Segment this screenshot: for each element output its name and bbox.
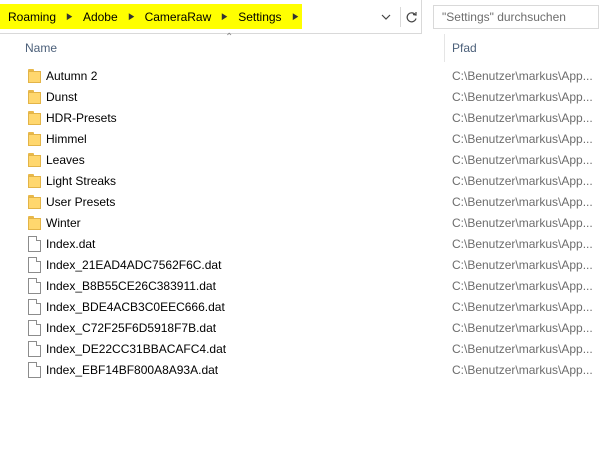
item-path: C:\Benutzer\markus\App... [452,174,593,188]
item-name: User Presets [46,195,116,209]
list-item[interactable]: Index_BDE4ACB3C0EEC666.dat C:\Benutzer\ma… [0,297,599,318]
file-icon [28,320,41,336]
item-name: Leaves [46,153,85,167]
item-name: Light Streaks [46,174,117,188]
list-item[interactable]: Index_DE22CC31BBACAFC4.dat C:\Benutzer\ma… [0,339,599,360]
list-item[interactable]: Leaves C:\Benutzer\markus\App... [0,150,599,171]
sort-ascending-icon: ⌃ [225,32,234,43]
column-divider[interactable] [444,34,445,62]
folder-icon [28,152,41,168]
column-header-path[interactable]: Pfad [452,41,477,55]
folder-icon [28,194,41,210]
file-icon [28,278,41,294]
list-item[interactable]: Index_C72F25F6D5918F7B.dat C:\Benutzer\ma… [0,318,599,339]
list-item[interactable]: Dunst C:\Benutzer\markus\App... [0,87,599,108]
column-header-row: ⌃ Name Pfad [0,32,599,62]
item-path: C:\Benutzer\markus\App... [452,216,593,230]
folder-icon [28,68,41,84]
item-name: Index.dat [46,237,96,251]
item-path: C:\Benutzer\markus\App... [452,69,593,83]
column-header-name[interactable]: Name [25,41,57,55]
item-path: C:\Benutzer\markus\App... [452,321,593,335]
item-path: C:\Benutzer\markus\App... [452,279,593,293]
item-path: C:\Benutzer\markus\App... [452,237,593,251]
list-item[interactable]: Winter C:\Benutzer\markus\App... [0,213,599,234]
address-dropdown-button[interactable] [376,7,396,27]
file-icon [28,257,41,273]
item-name: Index_B8B55CE26C383911.dat [46,279,216,293]
breadcrumb: Roaming ▶ Adobe ▶ CameraRaw ▶ Settings ▶ [0,4,302,29]
item-name: HDR-Presets [46,111,117,125]
folder-icon [28,89,41,105]
breadcrumb-settings[interactable]: Settings [236,10,283,24]
refresh-icon [406,11,417,22]
item-path: C:\Benutzer\markus\App... [452,258,593,272]
file-icon [28,362,41,378]
item-path: C:\Benutzer\markus\App... [452,300,593,314]
item-path: C:\Benutzer\markus\App... [452,153,593,167]
search-input[interactable]: "Settings" durchsuchen [433,5,599,29]
folder-icon [28,131,41,147]
folder-icon [28,215,41,231]
item-name: Index_BDE4ACB3C0EEC666.dat [46,300,225,314]
address-bar[interactable]: Roaming ▶ Adobe ▶ CameraRaw ▶ Settings ▶ [0,0,422,34]
breadcrumb-separator-icon[interactable]: ▶ [122,11,140,22]
item-name: Index_DE22CC31BBACAFC4.dat [46,342,227,356]
breadcrumb-separator-icon[interactable]: ▶ [286,11,304,22]
file-icon [28,299,41,315]
breadcrumb-separator-icon[interactable]: ▶ [216,11,234,22]
list-item[interactable]: Index_21EAD4ADC7562F6C.dat C:\Benutzer\ma… [0,255,599,276]
item-name: Index_21EAD4ADC7562F6C.dat [46,258,222,272]
file-icon [28,236,41,252]
chevron-down-icon [381,14,391,20]
search-placeholder: "Settings" durchsuchen [442,10,566,24]
item-path: C:\Benutzer\markus\App... [452,195,593,209]
list-item[interactable]: Light Streaks C:\Benutzer\markus\App... [0,171,599,192]
list-item[interactable]: Index_EBF14BF800A8A93A.dat C:\Benutzer\ma… [0,360,599,381]
list-item[interactable]: Himmel C:\Benutzer\markus\App... [0,129,599,150]
file-icon [28,341,41,357]
item-path: C:\Benutzer\markus\App... [452,363,593,377]
item-name: Index_EBF14BF800A8A93A.dat [46,363,219,377]
item-name: Index_C72F25F6D5918F7B.dat [46,321,217,335]
refresh-button[interactable] [400,7,421,27]
list-item[interactable]: Autumn 2 C:\Benutzer\markus\App... [0,66,599,87]
list-item[interactable]: HDR-Presets C:\Benutzer\markus\App... [0,108,599,129]
item-path: C:\Benutzer\markus\App... [452,111,593,125]
item-name: Himmel [46,132,87,146]
breadcrumb-adobe[interactable]: Adobe [81,10,120,24]
breadcrumb-roaming[interactable]: Roaming [6,10,58,24]
item-name: Autumn 2 [46,69,98,83]
item-path: C:\Benutzer\markus\App... [452,132,593,146]
list-item[interactable]: User Presets C:\Benutzer\markus\App... [0,192,599,213]
folder-icon [28,110,41,126]
list-item[interactable]: Index_B8B55CE26C383911.dat C:\Benutzer\ma… [0,276,599,297]
item-name: Winter [46,216,81,230]
item-path: C:\Benutzer\markus\App... [452,90,593,104]
folder-icon [28,173,41,189]
list-item[interactable]: Index.dat C:\Benutzer\markus\App... [0,234,599,255]
item-path: C:\Benutzer\markus\App... [452,342,593,356]
breadcrumb-cameraraw[interactable]: CameraRaw [143,10,214,24]
item-name: Dunst [46,90,78,104]
breadcrumb-separator-icon[interactable]: ▶ [60,11,78,22]
file-list: Autumn 2 C:\Benutzer\markus\App... Dunst C:… [0,66,599,381]
